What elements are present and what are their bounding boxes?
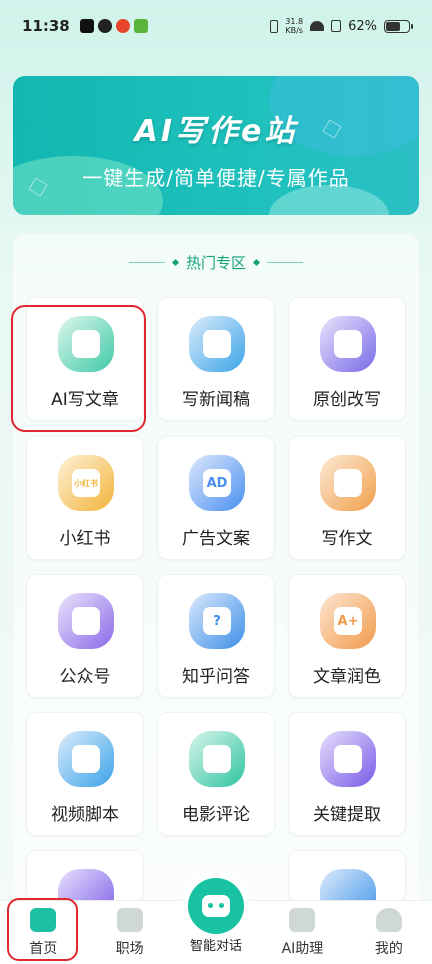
speed-value: 31.8 (285, 17, 304, 26)
nav-ai-assistant[interactable]: AI助理 (259, 901, 345, 964)
video-icon (58, 731, 114, 787)
nav-label: 职场 (115, 941, 144, 957)
feature-label: 视频脚本 (51, 805, 119, 825)
feature-card[interactable]: 关键提取 (288, 712, 406, 836)
icon-glyph (334, 330, 362, 358)
tiktok-icon (79, 19, 94, 33)
feature-card[interactable]: 写新闻稿 (157, 297, 275, 421)
nav-workplace[interactable]: 职场 (86, 901, 172, 964)
feature-label: 原创改写 (313, 390, 381, 410)
highlight-box (7, 898, 78, 961)
feature-card[interactable]: 电影评论 (157, 712, 275, 836)
badge-icon (58, 593, 114, 649)
feature-label: 写作文 (321, 529, 373, 549)
notification-icons (79, 19, 148, 33)
smart-chat-label: 智能对话 (189, 939, 242, 954)
comment-icon (189, 731, 245, 787)
banner-title: AI写作e站 (134, 114, 298, 149)
wifi-icon (310, 21, 325, 31)
icon-glyph: A+ (334, 607, 362, 635)
icon-glyph: 小红书 (72, 469, 100, 497)
icon-glyph (72, 607, 100, 635)
target-icon (320, 731, 376, 787)
icon-glyph: ? (203, 607, 231, 635)
app-icon (97, 19, 112, 33)
nav-label: 我的 (374, 941, 403, 957)
feature-card[interactable]: ? 知乎问答 (157, 574, 275, 698)
battery-percent: 62% (348, 18, 377, 34)
banner[interactable]: AI写作e站 一键生成/简单便捷/专属作品 (13, 76, 419, 215)
icon-glyph (203, 330, 231, 358)
hot-section-title: 热门专区 (185, 254, 246, 272)
feature-card[interactable]: 原创改写 (288, 297, 406, 421)
icon-glyph (72, 745, 100, 773)
hot-section-header: 热门专区 (0, 252, 432, 273)
feature-card[interactable]: 小红书 小红书 (26, 436, 144, 560)
robot-icon (202, 895, 230, 917)
feature-card-partial[interactable] (288, 850, 406, 925)
feature-label: 广告文案 (182, 529, 250, 549)
xiaohongshu-icon: 小红书 (58, 455, 114, 511)
feature-card[interactable]: 视频脚本 (26, 712, 144, 836)
feature-card[interactable]: AD 广告文案 (157, 436, 275, 560)
app-icon (133, 19, 148, 33)
speed-unit: KB/s (285, 26, 303, 35)
edit-icon (320, 316, 376, 372)
icon-glyph: AD (203, 469, 231, 497)
feature-label: 关键提取 (313, 805, 381, 825)
pen-icon (320, 455, 376, 511)
feature-card[interactable]: A+ 文章润色 (288, 574, 406, 698)
feature-label: 小红书 (59, 529, 111, 549)
feature-card[interactable]: 写作文 (288, 436, 406, 560)
nav-profile[interactable]: 我的 (346, 901, 432, 964)
sim-icon (331, 20, 342, 32)
feature-label: 文章润色 (313, 667, 381, 687)
feature-label: 写新闻稿 (182, 390, 250, 410)
question-icon: ? (189, 593, 245, 649)
divider (128, 262, 165, 263)
weibo-icon (115, 19, 130, 33)
banner-subtitle: 一键生成/简单便捷/专属作品 (82, 166, 350, 190)
feature-label: 知乎问答 (182, 667, 250, 687)
status-bar: 11:38 31.8 KB/s 62% (0, 0, 432, 52)
diamond-icon (252, 258, 261, 267)
smart-chat-button[interactable] (188, 878, 244, 934)
diamond-icon (171, 258, 180, 267)
news-icon (189, 316, 245, 372)
nav-label: AI助理 (281, 941, 324, 957)
icon-glyph (334, 745, 362, 773)
network-speed: 31.8 KB/s (285, 17, 303, 35)
icon-glyph (334, 469, 362, 497)
battery-icon (384, 19, 413, 33)
vibrate-icon (270, 19, 279, 33)
divider (267, 262, 303, 263)
assistant-icon (289, 908, 316, 932)
highlight-box (11, 305, 146, 432)
user-icon (375, 908, 402, 932)
icon-glyph (203, 745, 231, 773)
ad-icon: AD (189, 455, 245, 511)
feature-card[interactable]: 公众号 (26, 574, 144, 698)
briefcase-icon (116, 908, 143, 932)
feature-label: 公众号 (59, 667, 111, 687)
status-time: 11:38 (22, 17, 70, 35)
feature-card-partial[interactable] (26, 850, 144, 925)
feature-label: 电影评论 (182, 805, 250, 825)
polish-icon: A+ (320, 593, 376, 649)
